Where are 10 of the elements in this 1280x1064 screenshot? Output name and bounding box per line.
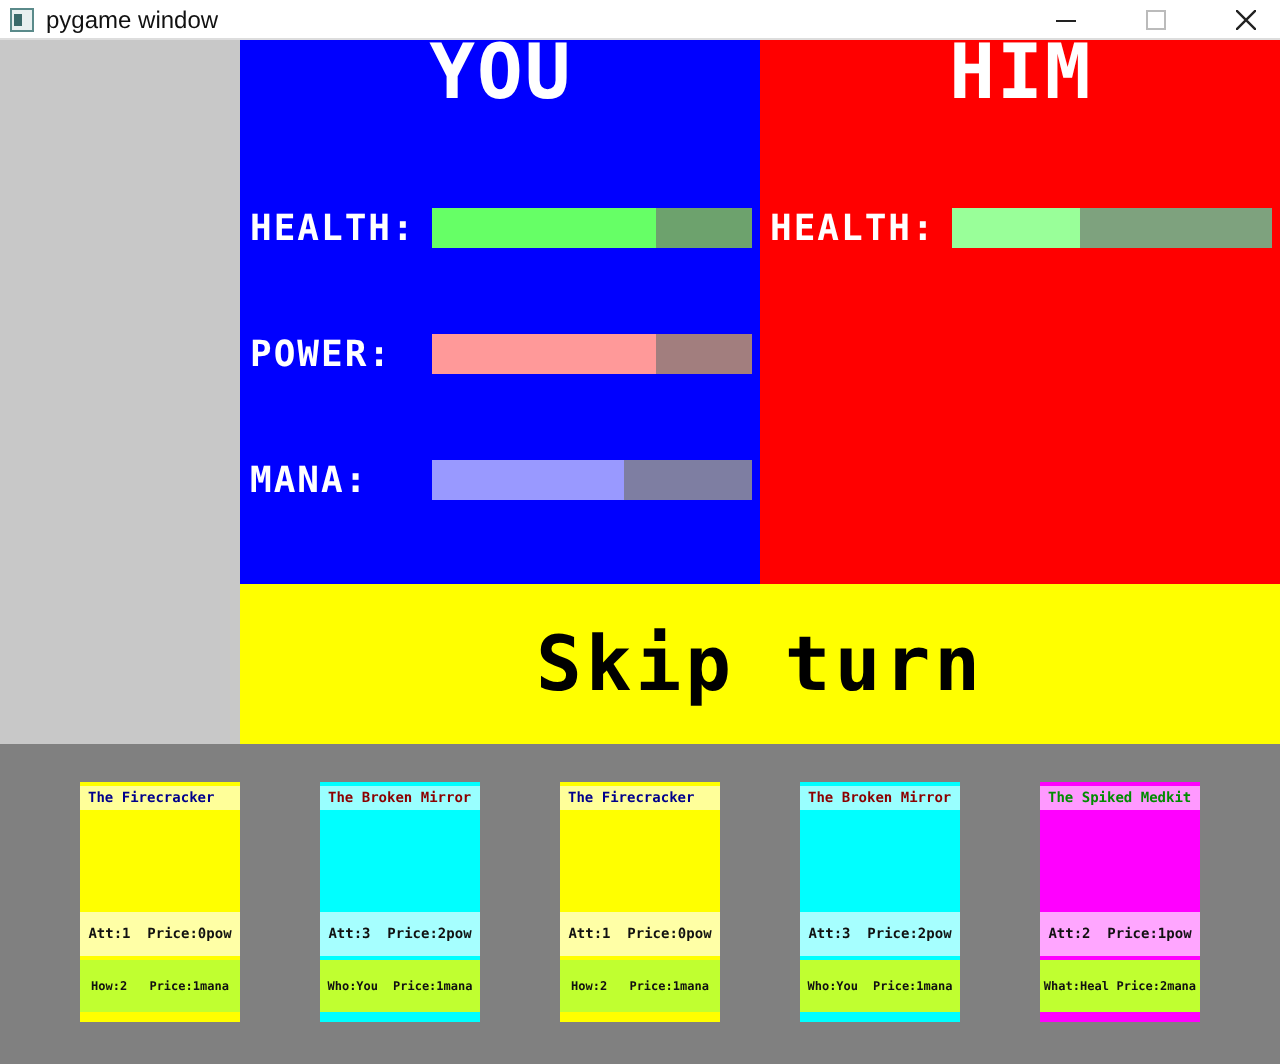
- app-icon: [10, 7, 34, 31]
- window-title: pygame window: [46, 5, 219, 33]
- close-icon[interactable]: [1236, 9, 1256, 29]
- stat-label: HEALTH:: [770, 207, 936, 249]
- skip-turn-button[interactable]: Skip turn: [240, 584, 1280, 744]
- player-name: YOU: [427, 40, 575, 104]
- player-name: HIM: [947, 40, 1095, 104]
- stat-label: HEALTH:: [250, 207, 416, 249]
- stat-label: POWER:: [250, 333, 393, 375]
- stat-label: MANA:: [250, 459, 369, 501]
